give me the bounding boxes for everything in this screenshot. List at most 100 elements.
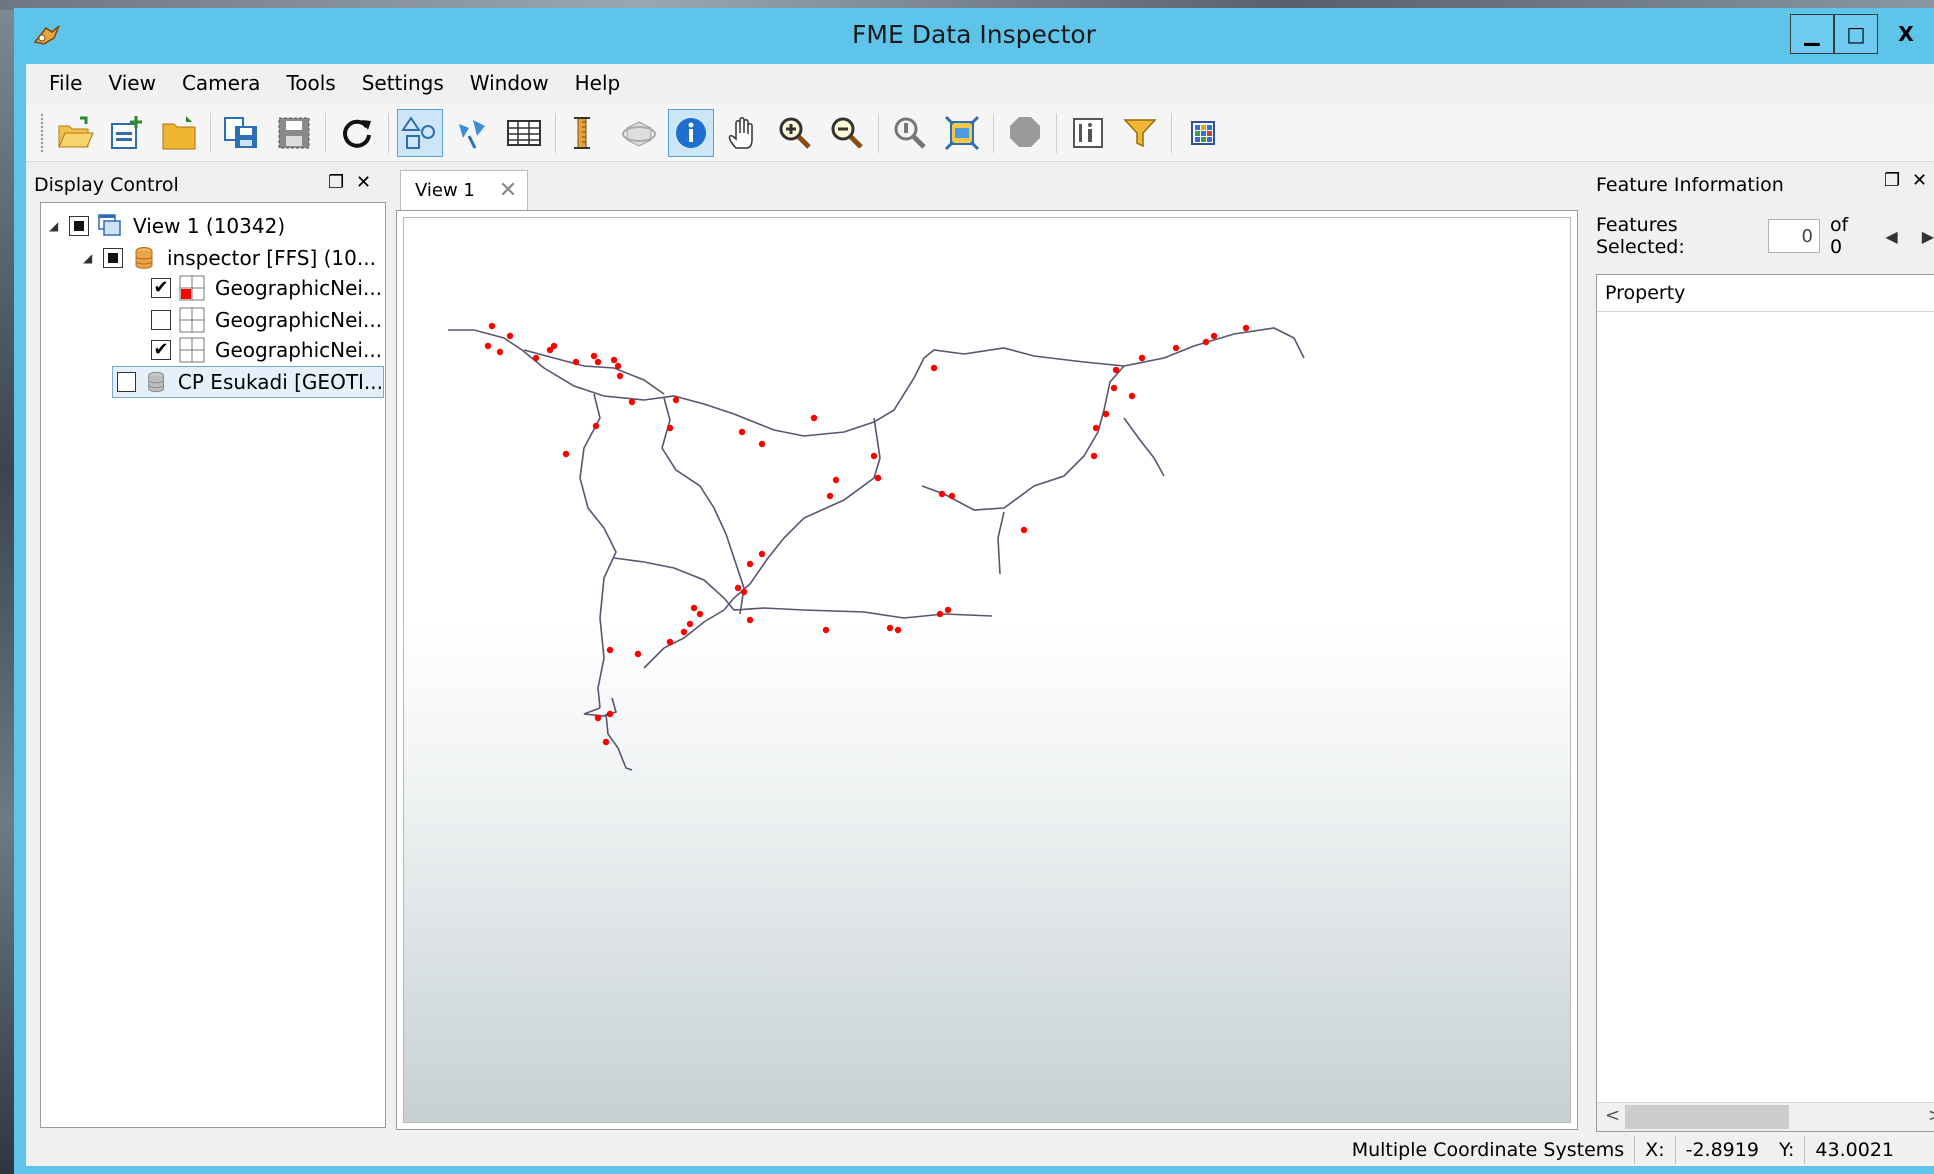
map-line-feature[interactable] xyxy=(605,713,633,771)
map-point-feature[interactable] xyxy=(948,492,956,500)
info-tool-button[interactable] xyxy=(668,108,714,157)
maximize-button[interactable]: □ xyxy=(1834,14,1878,54)
refresh-button[interactable] xyxy=(334,109,380,157)
next-feature-icon[interactable]: ▶ xyxy=(1922,227,1934,246)
map-point-feature[interactable] xyxy=(894,626,902,634)
title-bar[interactable]: FME Data Inspector ▁ □ X xyxy=(14,8,1934,64)
map-point-feature[interactable] xyxy=(484,342,492,350)
map-point-feature[interactable] xyxy=(1138,354,1146,362)
map-point-feature[interactable] xyxy=(1210,332,1218,340)
map-line-feature[interactable] xyxy=(997,511,1005,575)
map-point-feature[interactable] xyxy=(606,710,614,718)
map-point-feature[interactable] xyxy=(616,372,624,380)
tab-close-icon[interactable]: ✕ xyxy=(499,178,517,203)
map-line-feature[interactable] xyxy=(723,417,881,611)
close-panel-icon[interactable]: ✕ xyxy=(356,172,371,193)
tree-checkbox[interactable] xyxy=(151,310,171,330)
map-point-feature[interactable] xyxy=(1202,338,1210,346)
map-point-feature[interactable] xyxy=(562,450,570,458)
map-graphics[interactable] xyxy=(404,218,1570,1122)
tab-view-1[interactable]: View 1 ✕ xyxy=(400,170,528,210)
map-point-feature[interactable] xyxy=(740,588,748,596)
map-point-feature[interactable] xyxy=(496,348,504,356)
map-point-feature[interactable] xyxy=(1172,344,1180,352)
save-as-button[interactable] xyxy=(219,109,265,157)
minimize-button[interactable]: ▁ xyxy=(1790,14,1834,54)
map-canvas[interactable] xyxy=(403,217,1571,1123)
stop-button[interactable] xyxy=(1002,109,1048,157)
map-point-feature[interactable] xyxy=(870,452,878,460)
map-point-feature[interactable] xyxy=(1242,324,1250,332)
map-point-feature[interactable] xyxy=(686,620,694,628)
map-point-feature[interactable] xyxy=(634,650,642,658)
menu-tools[interactable]: Tools xyxy=(273,67,348,99)
map-point-feature[interactable] xyxy=(690,604,698,612)
menu-camera[interactable]: Camera xyxy=(169,67,274,99)
scroll-left-icon[interactable]: < xyxy=(1605,1105,1620,1126)
map-point-feature[interactable] xyxy=(936,610,944,618)
menu-file[interactable]: File xyxy=(36,67,95,99)
scroll-right-icon[interactable]: > xyxy=(1928,1105,1934,1126)
tree-item-layer[interactable]: GeographicNei... xyxy=(151,335,382,365)
map-point-feature[interactable] xyxy=(606,646,614,654)
save-button[interactable] xyxy=(271,109,317,157)
map-line-feature[interactable] xyxy=(643,609,725,669)
previous-feature-icon[interactable]: ◀ xyxy=(1885,227,1897,246)
background-map-button[interactable] xyxy=(1180,109,1226,157)
expand-arrow-icon[interactable]: ◢ xyxy=(49,219,63,233)
tree-checkbox[interactable] xyxy=(69,216,89,236)
tree-item-dataset-inspector[interactable]: ◢ inspector [FFS] (10... xyxy=(83,243,376,273)
map-point-feature[interactable] xyxy=(1102,410,1110,418)
map-point-feature[interactable] xyxy=(572,358,580,366)
map-point-feature[interactable] xyxy=(532,354,540,362)
map-point-feature[interactable] xyxy=(1090,452,1098,460)
filter-button[interactable] xyxy=(1117,109,1163,157)
tree-checkbox[interactable] xyxy=(103,248,123,268)
map-point-feature[interactable] xyxy=(738,428,746,436)
table-view-button[interactable] xyxy=(501,109,547,157)
tree-item-view[interactable]: ◢ View 1 (10342) xyxy=(49,211,285,241)
map-point-feature[interactable] xyxy=(938,490,946,498)
float-panel-icon[interactable]: ❐ xyxy=(1884,170,1900,191)
map-point-feature[interactable] xyxy=(696,610,704,618)
map-point-feature[interactable] xyxy=(1128,392,1136,400)
map-point-feature[interactable] xyxy=(734,584,742,592)
property-column-header[interactable]: Property xyxy=(1597,275,1934,312)
zoom-extents-button[interactable] xyxy=(939,109,985,157)
tree-item-layer[interactable]: GeographicNei... xyxy=(151,273,382,303)
map-point-feature[interactable] xyxy=(666,424,674,432)
vertex-tool-button[interactable] xyxy=(449,109,495,157)
zoom-find-button[interactable] xyxy=(887,109,933,157)
map-point-feature[interactable] xyxy=(1020,526,1028,534)
map-point-feature[interactable] xyxy=(594,358,602,366)
map-line-feature[interactable] xyxy=(661,397,745,615)
map-point-feature[interactable] xyxy=(746,616,754,624)
features-selected-input[interactable] xyxy=(1767,219,1820,253)
map-point-feature[interactable] xyxy=(488,322,496,330)
menu-settings[interactable]: Settings xyxy=(349,67,457,99)
map-point-feature[interactable] xyxy=(832,476,840,484)
map-point-feature[interactable] xyxy=(610,356,618,364)
map-line-feature[interactable] xyxy=(613,557,993,619)
map-point-feature[interactable] xyxy=(592,422,600,430)
toolbar-grip[interactable] xyxy=(40,112,44,153)
feature-info-button[interactable] xyxy=(1065,109,1111,157)
map-point-feature[interactable] xyxy=(602,738,610,746)
add-dataset-button[interactable] xyxy=(104,109,150,157)
map-point-feature[interactable] xyxy=(594,714,602,722)
map-point-feature[interactable] xyxy=(666,638,674,646)
tree-item-dataset-cp-esukadi[interactable]: CP Esukadi [GEOTI... xyxy=(112,366,384,398)
map-line-feature[interactable] xyxy=(448,327,1305,437)
map-point-feature[interactable] xyxy=(886,624,894,632)
open-folder-button[interactable] xyxy=(156,109,202,157)
tree-checkbox[interactable] xyxy=(151,340,171,360)
map-point-feature[interactable] xyxy=(944,606,952,614)
map-point-feature[interactable] xyxy=(930,364,938,372)
float-panel-icon[interactable]: ❐ xyxy=(328,172,344,193)
zoom-in-button[interactable] xyxy=(772,109,818,157)
map-point-feature[interactable] xyxy=(810,414,818,422)
map-point-feature[interactable] xyxy=(1092,424,1100,432)
menu-view[interactable]: View xyxy=(95,67,168,99)
map-point-feature[interactable] xyxy=(628,398,636,406)
map-point-feature[interactable] xyxy=(1110,384,1118,392)
